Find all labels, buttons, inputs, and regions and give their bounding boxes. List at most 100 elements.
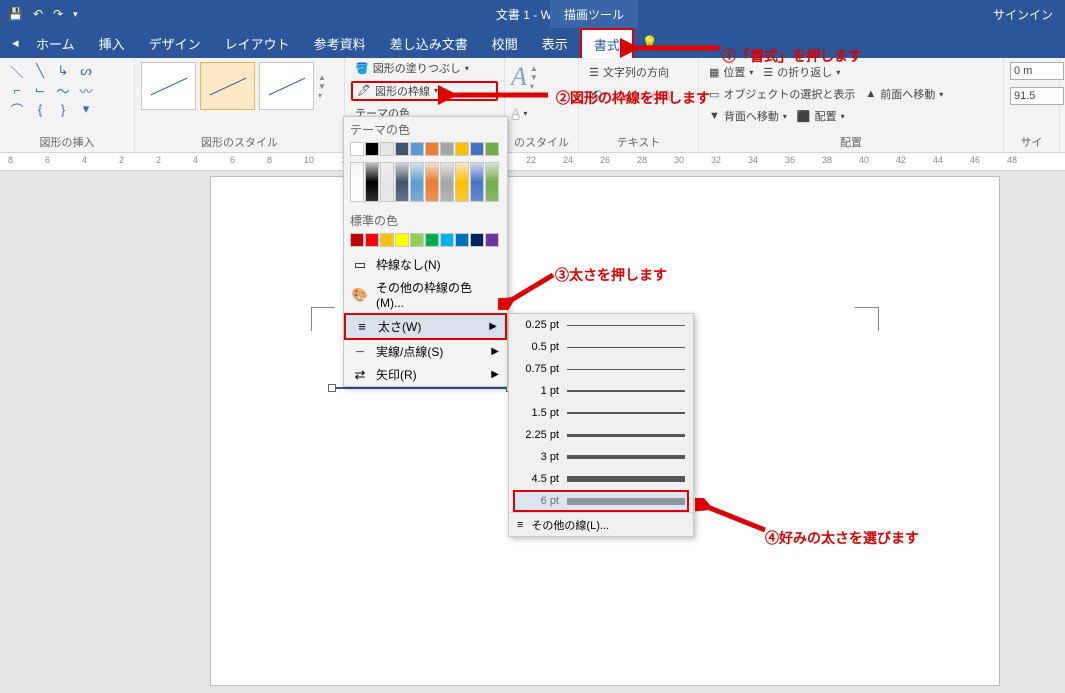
wa-up-icon[interactable]: ▲ [530, 64, 538, 73]
style-down-icon[interactable]: ▼ [318, 82, 330, 91]
color-swatch[interactable] [440, 142, 454, 156]
more-lines-item[interactable]: ≡その他の線(L)... [509, 512, 693, 536]
style-thumb-1[interactable] [141, 62, 196, 110]
color-swatch[interactable] [350, 142, 364, 156]
collapse-arrow-icon[interactable]: ◂ [0, 28, 24, 58]
shape-curve-icon[interactable]: ～ [52, 81, 74, 99]
color-shade-column[interactable] [350, 162, 364, 202]
save-icon[interactable]: 💾 [8, 7, 23, 21]
selection-pane-button[interactable]: ▭オブジェクトの選択と表示 [705, 84, 859, 104]
color-swatch[interactable] [485, 142, 499, 156]
weight-option[interactable]: 6 pt [509, 490, 693, 512]
shape-more-icon[interactable]: ▾ [75, 100, 97, 118]
theme-color-row[interactable] [344, 142, 507, 162]
color-swatch[interactable] [350, 233, 364, 247]
shape-bracket-icon[interactable]: { [29, 100, 51, 118]
shape-elbow-icon[interactable]: ⌐ [6, 81, 28, 99]
color-swatch[interactable] [395, 142, 409, 156]
color-swatch[interactable] [365, 233, 379, 247]
shape-width-input[interactable]: 91.5 [1010, 87, 1064, 105]
pen-outline-icon: 🖊 [357, 84, 371, 97]
redo-icon[interactable]: ↷ [53, 7, 63, 21]
color-swatch[interactable] [470, 233, 484, 247]
weight-option[interactable]: 0.75 pt [509, 358, 693, 380]
send-backward-button[interactable]: ▼背面へ移動▾ [705, 106, 791, 126]
color-swatch[interactable] [485, 233, 499, 247]
undo-icon[interactable]: ↶ [33, 7, 43, 21]
style-thumb-3[interactable] [259, 62, 314, 110]
color-swatch[interactable] [410, 233, 424, 247]
arrows-item[interactable]: ⇄矢印(R)▶ [344, 363, 507, 386]
shape-scribble-icon[interactable]: 〰 [75, 81, 97, 99]
shape-elbow2-icon[interactable]: ⌙ [29, 81, 51, 99]
shape-height-input[interactable]: 0 m [1010, 62, 1064, 80]
weight-option[interactable]: 0.5 pt [509, 336, 693, 358]
tab-insert[interactable]: 挿入 [87, 28, 137, 58]
tab-review[interactable]: 校閲 [480, 28, 530, 58]
color-swatch[interactable] [425, 233, 439, 247]
shape-fill-button[interactable]: 🪣図形の塗りつぶし▾ [351, 58, 498, 78]
weight-option[interactable]: 4.5 pt [509, 468, 693, 490]
color-swatch[interactable] [440, 233, 454, 247]
color-shade-column[interactable] [440, 162, 454, 202]
style-up-icon[interactable]: ▲ [318, 73, 330, 82]
annotation-1: ①「書式」を押します [722, 46, 862, 66]
color-shade-column[interactable] [425, 162, 439, 202]
color-swatch[interactable] [365, 142, 379, 156]
text-fill-icon[interactable]: A̲ [511, 105, 520, 121]
color-shade-column[interactable] [365, 162, 379, 202]
tab-home[interactable]: ホーム [24, 28, 87, 58]
shape-arc-icon[interactable]: ⌒ [6, 100, 28, 118]
color-swatch[interactable] [425, 142, 439, 156]
style-more-icon[interactable]: ▾ [318, 91, 330, 100]
tab-design[interactable]: デザイン [137, 28, 213, 58]
shape-connector-icon[interactable]: ↳ [52, 62, 74, 80]
text-direction-button[interactable]: ☰文字列の方向 [585, 62, 692, 82]
tab-mailings[interactable]: 差し込み文書 [378, 28, 480, 58]
bring-forward-button[interactable]: ▲前面へ移動▾ [861, 84, 947, 104]
signin-link[interactable]: サインイン [993, 6, 1065, 23]
color-swatch[interactable] [380, 233, 394, 247]
standard-color-row[interactable] [344, 233, 507, 253]
tab-references[interactable]: 参考資料 [302, 28, 378, 58]
color-shade-column[interactable] [380, 162, 394, 202]
wa-dn-icon[interactable]: ▼ [530, 73, 538, 82]
no-outline-item[interactable]: ▭枠線なし(N) [344, 253, 507, 276]
weight-option[interactable]: 0.25 pt [509, 314, 693, 336]
color-shade-column[interactable] [485, 162, 499, 202]
align-button[interactable]: ⬛配置▾ [793, 106, 849, 126]
weight-preview-line [567, 347, 685, 348]
color-swatch[interactable] [455, 142, 469, 156]
shape-line2-icon[interactable]: ╲ [29, 62, 51, 80]
color-swatch[interactable] [410, 142, 424, 156]
qat-more-icon[interactable]: ▾ [73, 9, 78, 20]
color-shade-column[interactable] [410, 162, 424, 202]
tab-layout[interactable]: レイアウト [213, 28, 302, 58]
color-swatch[interactable] [455, 233, 469, 247]
color-swatch[interactable] [470, 142, 484, 156]
theme-color-shades[interactable] [344, 162, 507, 208]
style-thumb-2[interactable] [200, 62, 255, 110]
color-swatch[interactable] [380, 142, 394, 156]
weight-item[interactable]: ≡太さ(W)▶ [344, 313, 507, 340]
weight-option[interactable]: 1.5 pt [509, 402, 693, 424]
shape-gallery[interactable]: ＼ ╲ ↳ ᔕ ⌐ ⌙ ～ 〰 ⌒ { } ▾ [6, 62, 128, 118]
shape-line-icon[interactable]: ＼ [6, 62, 28, 80]
color-swatch[interactable] [395, 233, 409, 247]
shape-style-gallery[interactable]: ▲▼▾ [141, 62, 338, 110]
selected-line-shape[interactable] [331, 387, 511, 389]
shape-bracket2-icon[interactable]: } [52, 100, 74, 118]
more-outline-colors-item[interactable]: 🎨その他の枠線の色(M)... [344, 276, 507, 313]
contextual-tab-drawing-tools[interactable]: 描画ツール [550, 0, 638, 28]
tab-view[interactable]: 表示 [530, 28, 580, 58]
color-shade-column[interactable] [455, 162, 469, 202]
color-shade-column[interactable] [395, 162, 409, 202]
weight-option[interactable]: 2.25 pt [509, 424, 693, 446]
color-wheel-icon: 🎨 [352, 287, 368, 303]
weight-option[interactable]: 3 pt [509, 446, 693, 468]
annotation-arrow-2 [438, 85, 558, 105]
color-shade-column[interactable] [470, 162, 484, 202]
shape-freeform-icon[interactable]: ᔕ [75, 62, 97, 80]
weight-option[interactable]: 1 pt [509, 380, 693, 402]
dashes-item[interactable]: ┈実線/点線(S)▶ [344, 340, 507, 363]
